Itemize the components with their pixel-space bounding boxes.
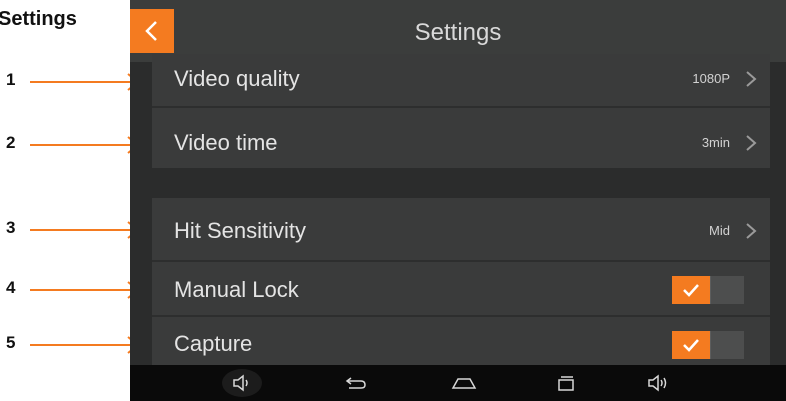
caption-settings: Settings [0,8,77,30]
arrow-right-icon [30,136,140,154]
system-nav-bar [130,365,786,401]
callout-2: 2 [0,133,150,157]
volume-up-icon [648,374,667,392]
setting-label: Manual Lock [174,277,299,302]
title-bar: Settings [130,0,786,62]
settings-group-video: Video quality 1080P Video time 3min [152,54,770,168]
arrow-right-icon [30,336,140,354]
setting-label: Capture [174,331,253,356]
checkmark-icon [683,339,699,352]
capture-toggle[interactable] [672,331,744,359]
arrow-right-icon [30,281,140,299]
setting-label: Hit Sensitivity [174,218,307,243]
toggle-on-segment [672,331,710,359]
setting-video-quality[interactable]: Video quality 1080P [152,54,770,106]
checkmark-icon [683,284,699,297]
setting-value: Mid [709,223,730,238]
setting-capture[interactable]: Capture [152,315,770,365]
setting-manual-lock[interactable]: Manual Lock [152,260,770,315]
callout-number: 1 [6,70,16,89]
chevron-right-icon [746,135,757,151]
arrow-right-icon [30,221,140,239]
settings-list: Video quality 1080P Video time 3min Hit … [130,54,786,365]
toggle-on-segment [672,276,710,304]
callout-5: 5 [0,333,150,357]
chevron-right-icon [746,223,757,239]
device-screen: Settings Video quality 1080P Video time … [130,0,786,401]
volume-down-icon [233,374,248,392]
callout-4: 4 [0,278,150,302]
setting-label: Video time [174,130,278,155]
callout-number: 5 [6,333,16,352]
callout-number: 2 [6,133,16,152]
home-button[interactable] [444,369,484,397]
callout-number: 4 [6,278,16,297]
page-title: Settings [414,19,502,46]
callout-1: 1 [0,70,150,94]
callout-number: 3 [6,218,16,237]
volume-down-button[interactable] [222,369,262,397]
toggle-off-segment [710,276,744,304]
arrow-right-icon [30,73,140,91]
settings-group-sensors: Hit Sensitivity Mid Manual Lock Capture [152,198,770,365]
setting-label: Video quality [174,66,300,91]
nav-back-button[interactable] [336,369,376,397]
back-icon [345,377,366,389]
setting-hit-sensitivity[interactable]: Hit Sensitivity Mid [152,198,770,260]
recent-apps-icon [558,376,574,391]
home-icon [451,378,477,389]
toggle-off-segment [710,331,744,359]
recent-apps-button[interactable] [546,369,586,397]
chevron-right-icon [746,71,757,87]
setting-value: 1080P [692,71,730,86]
callout-3: 3 [0,218,150,242]
manual-lock-toggle[interactable] [672,276,744,304]
setting-video-time[interactable]: Video time 3min [152,106,770,168]
volume-up-button[interactable] [638,369,678,397]
setting-value: 3min [701,135,730,150]
